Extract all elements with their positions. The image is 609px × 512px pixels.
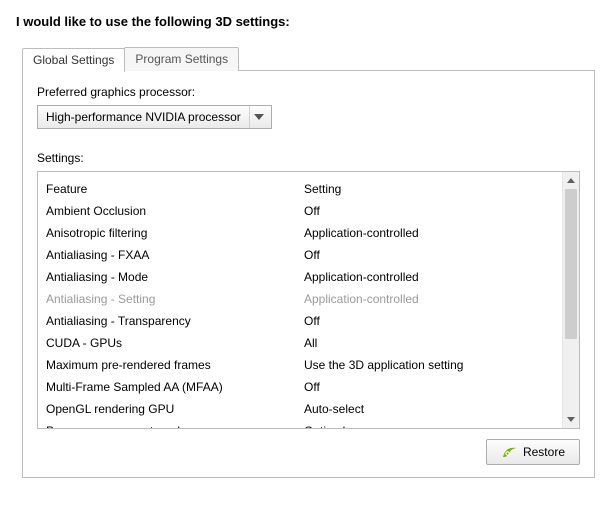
tab-global-settings[interactable]: Global Settings (22, 48, 125, 72)
table-row[interactable]: Antialiasing - FXAAOff (38, 244, 562, 266)
page-heading: I would like to use the following 3D set… (16, 14, 595, 29)
preferred-processor-label: Preferred graphics processor: (37, 85, 580, 99)
tab-program-settings[interactable]: Program Settings (124, 47, 239, 71)
setting-cell: Off (304, 312, 554, 330)
table-row[interactable]: Multi-Frame Sampled AA (MFAA)Off (38, 376, 562, 398)
table-row[interactable]: Ambient OcclusionOff (38, 200, 562, 222)
setting-cell: Application-controlled (304, 290, 554, 308)
table-row[interactable]: Antialiasing - SettingApplication-contro… (38, 288, 562, 310)
settings-label: Settings: (37, 151, 580, 165)
feature-cell: Anisotropic filtering (46, 224, 304, 242)
nvidia-logo-icon (501, 446, 517, 458)
table-row[interactable]: Anisotropic filteringApplication-control… (38, 222, 562, 244)
settings-table: Feature Setting Ambient OcclusionOffAnis… (37, 171, 580, 429)
restore-button-label: Restore (523, 445, 565, 459)
feature-cell: Antialiasing - FXAA (46, 246, 304, 264)
setting-cell: Application-controlled (304, 268, 554, 286)
setting-cell: Off (304, 246, 554, 264)
setting-cell: Use the 3D application setting (304, 356, 554, 374)
setting-cell: Application-controlled (304, 224, 554, 242)
table-row[interactable]: Maximum pre-rendered framesUse the 3D ap… (38, 354, 562, 376)
setting-cell: All (304, 334, 554, 352)
column-header-setting[interactable]: Setting (304, 180, 554, 198)
feature-cell: Ambient Occlusion (46, 202, 304, 220)
feature-cell: CUDA - GPUs (46, 334, 304, 352)
table-row[interactable]: Antialiasing - TransparencyOff (38, 310, 562, 332)
preferred-processor-value: High-performance NVIDIA processor (46, 110, 249, 124)
setting-cell: Auto-select (304, 400, 554, 418)
feature-cell: Antialiasing - Mode (46, 268, 304, 286)
chevron-down-icon (249, 106, 269, 128)
table-row[interactable]: OpenGL rendering GPUAuto-select (38, 398, 562, 420)
scrollbar-thumb[interactable] (565, 189, 577, 339)
tabpanel-global: Preferred graphics processor: High-perfo… (22, 70, 595, 478)
feature-cell: Multi-Frame Sampled AA (MFAA) (46, 378, 304, 396)
setting-cell: Off (304, 202, 554, 220)
feature-cell: Power management mode (46, 422, 304, 428)
setting-cell: Off (304, 378, 554, 396)
scroll-up-button[interactable] (563, 172, 579, 189)
tabstrip: Global Settings Program Settings (22, 47, 595, 71)
table-row[interactable]: CUDA - GPUsAll (38, 332, 562, 354)
restore-button[interactable]: Restore (486, 439, 580, 465)
feature-cell: Maximum pre-rendered frames (46, 356, 304, 374)
feature-cell: OpenGL rendering GPU (46, 400, 304, 418)
scrollbar[interactable] (562, 172, 579, 428)
table-row[interactable]: Antialiasing - ModeApplication-controlle… (38, 266, 562, 288)
table-row[interactable]: Power management modeOptimal power (38, 420, 562, 428)
scroll-down-button[interactable] (563, 411, 579, 428)
feature-cell: Antialiasing - Transparency (46, 312, 304, 330)
preferred-processor-dropdown[interactable]: High-performance NVIDIA processor (37, 105, 272, 129)
feature-cell: Antialiasing - Setting (46, 290, 304, 308)
column-header-feature[interactable]: Feature (46, 180, 304, 198)
setting-cell: Optimal power (304, 422, 554, 428)
table-header: Feature Setting (38, 178, 562, 200)
scrollbar-track[interactable] (563, 189, 579, 411)
